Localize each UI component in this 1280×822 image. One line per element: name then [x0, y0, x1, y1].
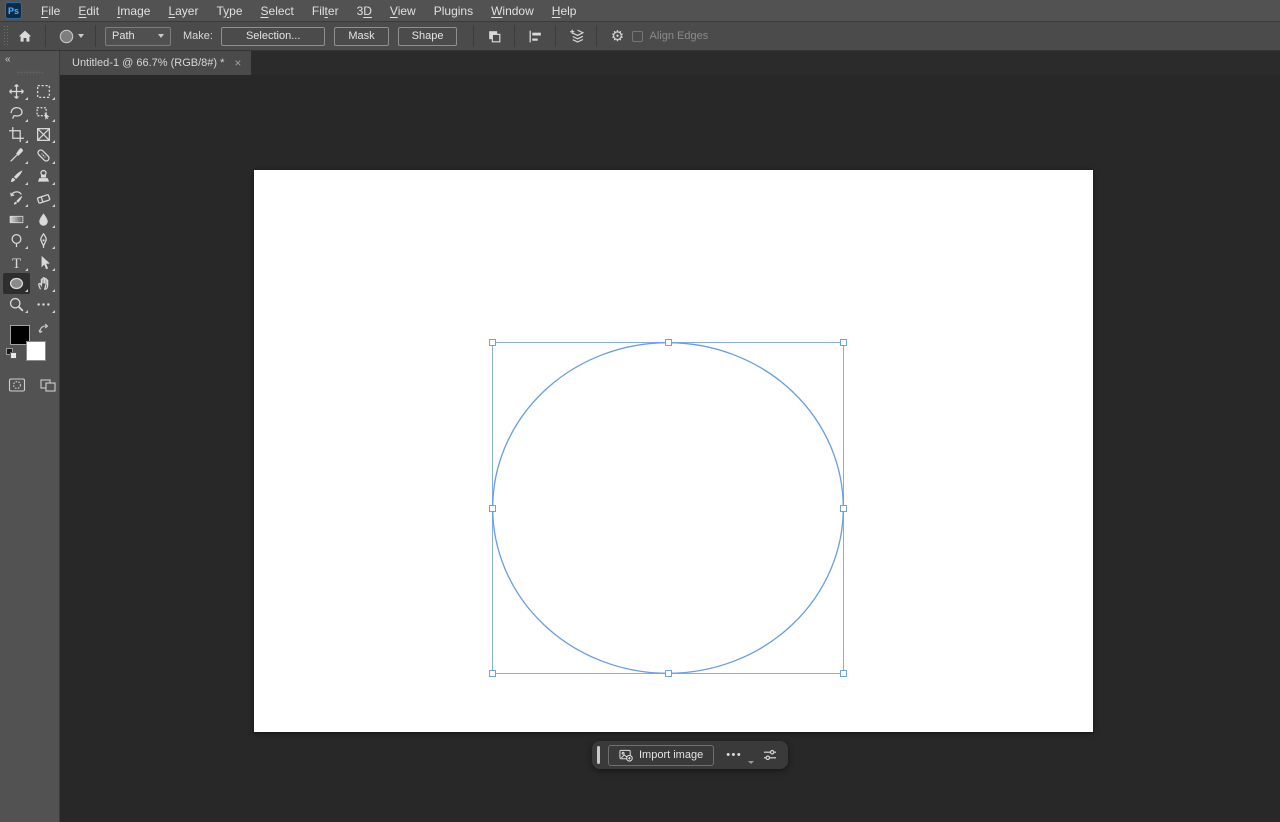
transform-handle-middle-left[interactable] — [489, 505, 496, 512]
more-options-icon[interactable]: ••• — [722, 749, 746, 761]
type-tool[interactable]: T — [3, 251, 30, 272]
transform-handle-top-center[interactable] — [665, 339, 672, 346]
zoom-tool[interactable] — [3, 294, 30, 315]
separator — [45, 25, 46, 47]
frame-tool[interactable] — [30, 124, 57, 145]
chevron-down-icon — [78, 34, 84, 38]
contextual-task-bar: Import image ••• — [592, 741, 788, 769]
path-arrangement-icon[interactable] — [563, 23, 589, 49]
transform-handle-top-right[interactable] — [840, 339, 847, 346]
make-selection-button[interactable]: Selection... — [221, 27, 325, 46]
default-colors-icon[interactable] — [6, 348, 18, 360]
object-selection-tool[interactable] — [30, 102, 57, 123]
menu-item-type[interactable]: Type — [207, 4, 251, 18]
chevron-down-icon — [158, 34, 164, 38]
document-tab[interactable]: Untitled-1 @ 66.7% (RGB/8#) * × — [60, 51, 251, 75]
menu-item-edit[interactable]: Edit — [69, 4, 108, 18]
menu-item-view[interactable]: View — [381, 4, 425, 18]
make-shape-button[interactable]: Shape — [398, 27, 458, 46]
menu-item-3d[interactable]: 3D — [348, 4, 381, 18]
photoshop-logo-icon: Ps — [5, 2, 22, 19]
healing-brush-tool[interactable] — [30, 145, 57, 166]
lasso-tool[interactable] — [3, 102, 30, 123]
ellipse-tool-preview[interactable] — [53, 27, 88, 46]
history-brush-tool[interactable] — [3, 187, 30, 208]
eyedropper-tool[interactable] — [3, 145, 30, 166]
tool-options-bar: Path Make: Selection... Mask Shape ⚙ Ali… — [0, 21, 1280, 51]
crop-tool[interactable] — [3, 124, 30, 145]
dodge-tool[interactable] — [3, 230, 30, 251]
task-bar-drag-handle[interactable] — [597, 746, 600, 764]
svg-text:T: T — [11, 255, 20, 270]
menu-item-plugins[interactable]: Plugins — [425, 4, 482, 18]
blur-tool[interactable] — [30, 209, 57, 230]
screen-mode-button[interactable] — [39, 377, 57, 398]
menu-item-filter[interactable]: Filter — [303, 4, 348, 18]
eraser-tool[interactable] — [30, 187, 57, 208]
collapse-bar-icon[interactable] — [748, 761, 754, 764]
home-button[interactable] — [12, 23, 38, 49]
pick-tool-mode-select[interactable]: Path — [105, 27, 171, 46]
close-tab-icon[interactable]: × — [234, 56, 241, 70]
path-selection-tool[interactable] — [30, 251, 57, 272]
import-image-button[interactable]: Import image — [608, 745, 714, 766]
import-image-label: Import image — [639, 749, 703, 761]
clone-stamp-tool[interactable] — [30, 166, 57, 187]
canvas-area: Import image ••• — [60, 75, 1280, 822]
menu-bar: Ps FileEditImageLayerTypeSelectFilter3DV… — [0, 0, 1280, 21]
brush-tool[interactable] — [3, 166, 30, 187]
transform-handle-middle-right[interactable] — [840, 505, 847, 512]
tool-grid: T — [2, 81, 58, 315]
menu-item-image[interactable]: Image — [108, 4, 159, 18]
transform-handle-top-left[interactable] — [489, 339, 496, 346]
align-edges-label: Align Edges — [649, 30, 708, 42]
properties-sliders-icon[interactable] — [762, 747, 778, 763]
menu-item-layer[interactable]: Layer — [159, 4, 207, 18]
swap-colors-icon[interactable] — [38, 322, 50, 340]
pen-tool[interactable] — [30, 230, 57, 251]
tools-panel-bottom — [8, 377, 59, 398]
tools-panel-grip[interactable] — [17, 71, 43, 75]
transform-handle-bottom-right[interactable] — [840, 670, 847, 677]
make-label: Make: — [183, 30, 213, 42]
menu-item-help[interactable]: Help — [543, 4, 586, 18]
make-mask-button[interactable]: Mask — [334, 27, 388, 46]
document-tab-strip: Untitled-1 @ 66.7% (RGB/8#) * × — [60, 51, 1280, 75]
transform-handle-bottom-center[interactable] — [665, 670, 672, 677]
background-color-swatch[interactable] — [26, 341, 46, 361]
menu-item-select[interactable]: Select — [252, 4, 303, 18]
marquee-tool[interactable] — [30, 81, 57, 102]
menu-item-window[interactable]: Window — [482, 4, 543, 18]
separator — [596, 25, 597, 47]
path-operations-icon[interactable] — [481, 23, 507, 49]
ellipse-tool[interactable] — [3, 273, 30, 294]
separator — [95, 25, 96, 47]
move-tool[interactable] — [3, 81, 30, 102]
collapse-panel-icon[interactable]: « — [0, 51, 59, 65]
hand-tool[interactable] — [30, 273, 57, 294]
main-menu: FileEditImageLayerTypeSelectFilter3DView… — [32, 4, 585, 18]
mode-select-value: Path — [112, 30, 135, 42]
color-swatches — [0, 321, 59, 369]
menu-item-file[interactable]: File — [32, 4, 69, 18]
ellipse-path[interactable] — [492, 342, 844, 674]
shape-bounding-box — [492, 342, 844, 674]
separator — [473, 25, 474, 47]
align-edges-checkbox[interactable] — [632, 31, 643, 42]
tools-panel: « T — [0, 51, 60, 822]
separator — [555, 25, 556, 47]
transform-handle-bottom-left[interactable] — [489, 670, 496, 677]
import-image-icon — [619, 748, 633, 762]
quick-mask-button[interactable] — [8, 377, 26, 398]
separator — [514, 25, 515, 47]
gear-icon[interactable]: ⚙ — [604, 23, 630, 49]
document-tab-title: Untitled-1 @ 66.7% (RGB/8#) * — [72, 57, 224, 69]
more-tools[interactable] — [30, 294, 57, 315]
options-bar-grip[interactable] — [3, 25, 8, 47]
path-alignment-icon[interactable] — [522, 23, 548, 49]
gradient-tool[interactable] — [3, 209, 30, 230]
